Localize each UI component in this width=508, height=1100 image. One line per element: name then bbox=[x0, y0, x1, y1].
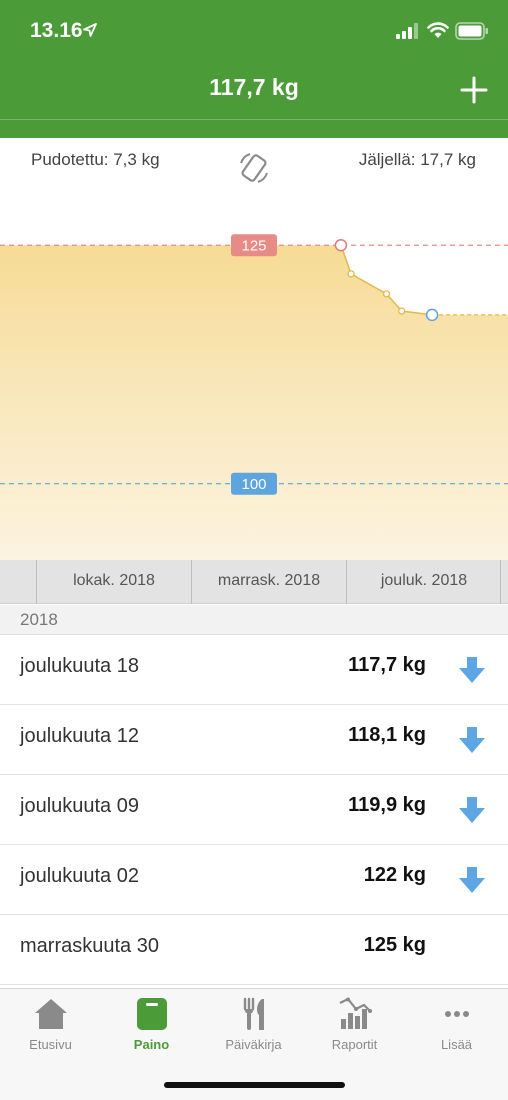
weight-remaining-label: Jäljellä: 17,7 kg bbox=[358, 150, 476, 169]
arrow-down-icon bbox=[459, 797, 485, 823]
location-arrow-icon bbox=[83, 23, 97, 37]
signal-icon bbox=[396, 23, 418, 39]
entry-weight: 119,9 kg bbox=[348, 794, 426, 816]
entry-weight: 125 kg bbox=[363, 934, 426, 956]
tab-lisaa[interactable]: Lisää bbox=[406, 997, 507, 1069]
year-label: 2018 bbox=[20, 610, 58, 629]
tab-label: Lisää bbox=[440, 1037, 473, 1052]
weight-area bbox=[0, 245, 508, 560]
header: 13.16 117,7 kg bbox=[0, 0, 508, 138]
weight-data-point bbox=[382, 290, 391, 298]
current-weight-title: 117,7 kg bbox=[209, 74, 299, 100]
tab-paino[interactable]: Paino bbox=[101, 997, 202, 1069]
weight-data-point bbox=[347, 270, 355, 278]
weight-entry-row[interactable]: joulukuuta 09 119,9 kg bbox=[0, 775, 508, 845]
weight-chart-svg: 125 100 bbox=[0, 234, 508, 560]
weight-lost-label: Pudotettu: 7,3 kg bbox=[31, 150, 160, 169]
status-bar: 13.16 bbox=[0, 0, 508, 62]
plus-icon[interactable] bbox=[458, 74, 490, 106]
year-section-header: 2018 bbox=[0, 605, 508, 635]
timeline-month-label[interactable]: marrask. 2018 bbox=[192, 572, 346, 590]
chart-timeline[interactable]: lokak. 2018 marrask. 2018 jouluk. 2018 bbox=[0, 560, 508, 604]
weight-data-point bbox=[398, 307, 406, 315]
start-weight-point bbox=[334, 238, 348, 252]
entry-date: joulukuuta 12 bbox=[20, 725, 139, 747]
tab-etusivu[interactable]: Etusivu bbox=[0, 997, 101, 1069]
timeline-month-label[interactable]: lokak. 2018 bbox=[37, 572, 191, 590]
start-weight-label: 125 bbox=[241, 238, 266, 255]
entry-date: joulukuuta 02 bbox=[20, 865, 139, 887]
arrow-down-icon bbox=[459, 867, 485, 893]
reports-icon bbox=[339, 997, 372, 1029]
entry-weight: 122 kg bbox=[363, 864, 426, 886]
battery-icon bbox=[455, 22, 488, 40]
fork-knife-icon bbox=[243, 997, 264, 1030]
weight-entry-row[interactable]: joulukuuta 02 122 kg bbox=[0, 845, 508, 915]
entry-weight: 117,7 kg bbox=[348, 654, 426, 676]
header-divider bbox=[0, 119, 508, 120]
status-time: 13.16 bbox=[30, 19, 83, 42]
entry-date: joulukuuta 18 bbox=[20, 655, 139, 677]
weight-chart[interactable]: 125 100 bbox=[0, 188, 508, 560]
timeline-month-label[interactable]: jouluk. 2018 bbox=[347, 572, 501, 590]
rotate-device-icon[interactable] bbox=[236, 150, 272, 186]
goal-weight-label: 100 bbox=[241, 476, 266, 493]
weight-entry-list: joulukuuta 18 117,7 kg joulukuuta 12 118… bbox=[0, 635, 508, 985]
home-icon bbox=[34, 999, 67, 1029]
tab-label: Etusivu bbox=[29, 1037, 72, 1052]
home-indicator bbox=[164, 1082, 345, 1088]
entry-weight: 118,1 kg bbox=[348, 724, 426, 746]
tab-raportit[interactable]: Raportit bbox=[304, 997, 405, 1069]
arrow-down-icon bbox=[459, 657, 485, 683]
arrow-down-icon bbox=[459, 727, 485, 753]
weight-stats: Pudotettu: 7,3 kg Jäljellä: 17,7 kg bbox=[0, 138, 508, 188]
tab-label: Päiväkirja bbox=[225, 1037, 282, 1052]
more-icon bbox=[444, 1011, 469, 1017]
weight-entry-row[interactable]: marraskuuta 30 125 kg bbox=[0, 915, 508, 985]
tab-label: Raportit bbox=[331, 1037, 378, 1052]
weight-entry-row[interactable]: joulukuuta 12 118,1 kg bbox=[0, 705, 508, 775]
entry-date: marraskuuta 30 bbox=[20, 935, 159, 957]
weight-entry-row[interactable]: joulukuuta 18 117,7 kg bbox=[0, 635, 508, 705]
current-weight-point bbox=[425, 308, 439, 322]
wifi-icon bbox=[427, 22, 449, 38]
tab-paivakirja[interactable]: Päiväkirja bbox=[203, 997, 304, 1069]
scale-icon bbox=[136, 998, 167, 1030]
entry-date: joulukuuta 09 bbox=[20, 795, 139, 817]
tab-label: Paino bbox=[133, 1037, 170, 1052]
